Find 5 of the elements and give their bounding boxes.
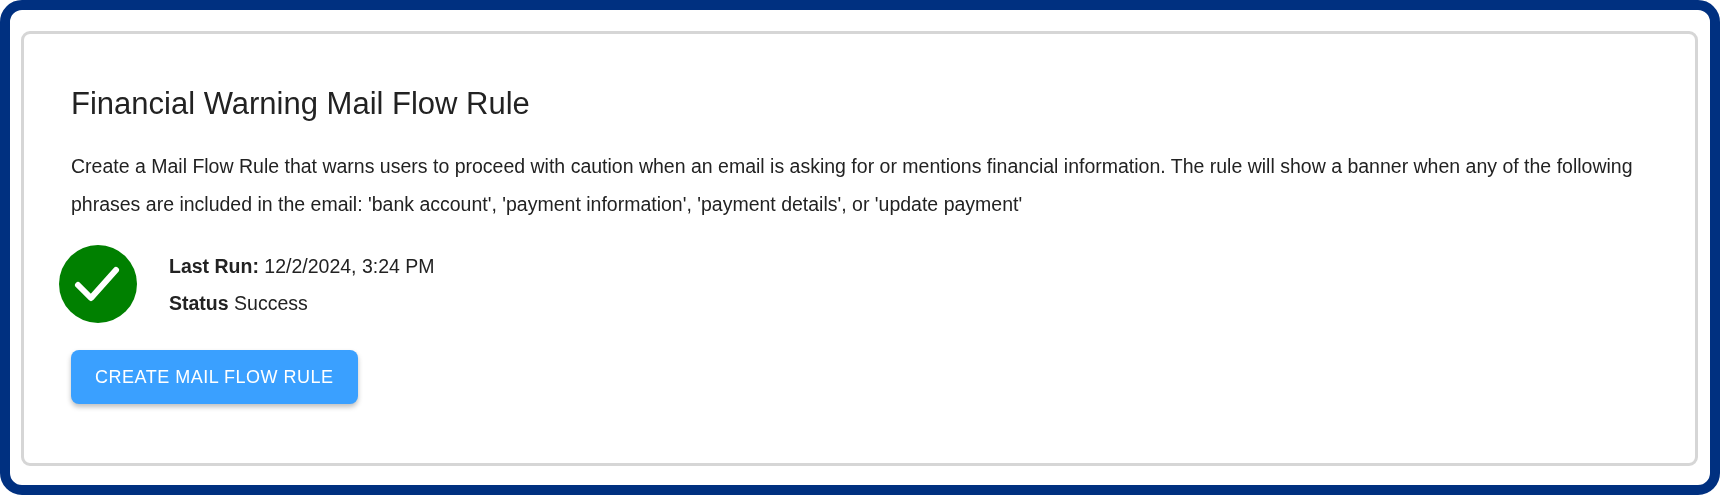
status-line: Last Run: 12/2/2024, 3:24 PM — [169, 253, 435, 279]
card-title: Financial Warning Mail Flow Rule — [71, 85, 531, 123]
card-description: Create a Mail Flow Rule that warns users to proceed with caution when an email is asking for or mentions financial information. The rule will show a banner when any of the following phrases are included in the email: 'bank account', 'payment information', 'payment details', or 'update payment' — [71, 154, 1634, 217]
status-line: Status Success — [169, 290, 309, 316]
create-rule-button[interactable]: CREATE MAIL FLOW RULE — [71, 350, 358, 404]
